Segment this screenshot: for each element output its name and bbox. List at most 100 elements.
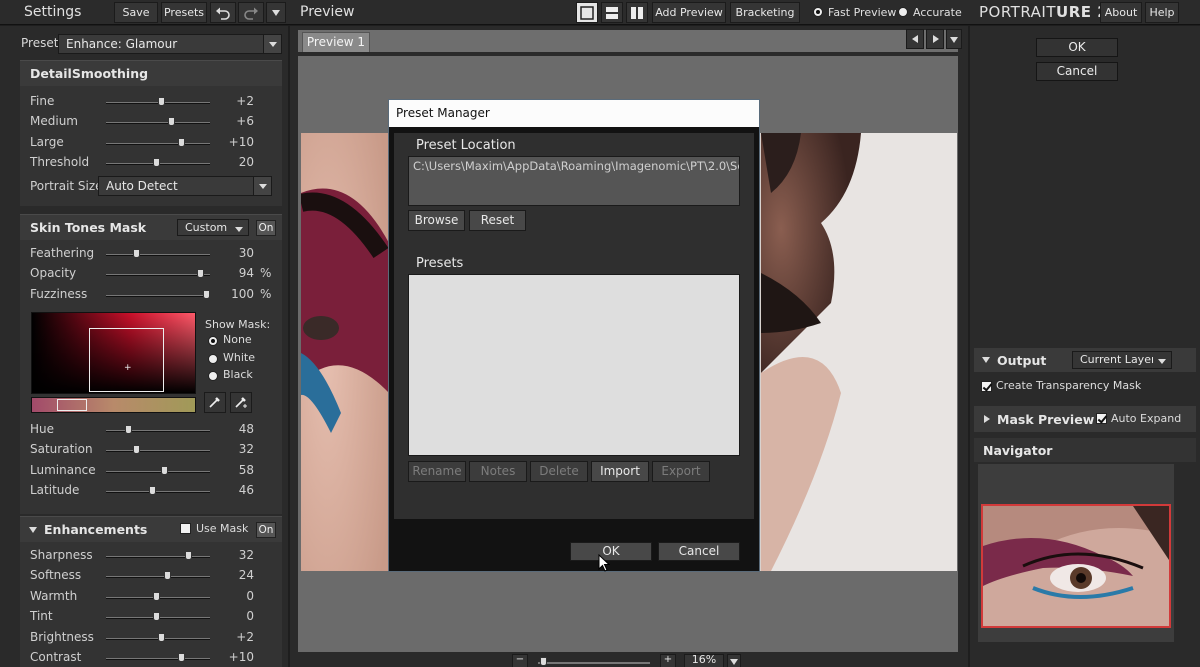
reset-button[interactable]: Reset [469,210,526,231]
collapse-icon[interactable] [29,527,37,533]
enhancements-on-button[interactable]: On [256,522,276,538]
collapse-icon[interactable] [982,357,990,363]
ok-button[interactable]: OK [1036,38,1118,57]
eyedropper-button[interactable] [204,392,226,413]
hue-strip[interactable] [31,397,196,413]
zoom-in-button[interactable]: + [660,654,676,667]
enh-slider-thumb[interactable] [153,591,160,601]
skin-mode-dropdown[interactable]: Custom [177,219,249,236]
tab-menu-button[interactable] [946,29,962,49]
skin-slider-thumb[interactable] [203,289,210,299]
hsl-slider-thumb[interactable] [133,445,140,455]
zoom-value[interactable]: 16% [684,654,724,667]
enh-slider-thumb[interactable] [158,632,165,642]
undo-button[interactable] [210,2,236,23]
navigator-view-box[interactable] [981,504,1171,628]
skin-slider-track[interactable] [106,269,210,279]
enh-slider-thumb[interactable] [164,571,171,581]
hsl-slider-track[interactable] [106,465,210,475]
export-button[interactable]: Export [652,461,710,482]
mask-preview-header: Mask Preview Auto Expand [974,406,1196,432]
enh-slider-track[interactable] [106,612,210,622]
toolbar-menu-button[interactable] [266,2,286,23]
zoom-slider-thumb[interactable] [540,657,547,666]
zoom-menu-button[interactable] [727,654,741,667]
mask-option-black-radio[interactable] [208,371,218,381]
split-horizontal-button[interactable] [601,2,623,23]
tab-prev-button[interactable] [906,29,924,49]
presets-list[interactable] [408,274,740,456]
detail-slider-thumb[interactable] [158,97,165,106]
preset-manager-dialog: Preset Manager Preset Location C:\Users\… [388,99,760,572]
presets-button[interactable]: Presets [161,2,207,23]
navigator-header: Navigator [974,438,1196,462]
import-button[interactable]: Import [591,461,649,482]
hsl-slider-thumb[interactable] [161,465,168,475]
skin-slider-thumb[interactable] [197,269,204,279]
redo-button[interactable] [238,2,264,23]
zoom-out-button[interactable]: − [512,654,528,667]
use-mask-checkbox[interactable] [180,523,191,534]
skin-opacity-row: Opacity 94% [20,264,282,284]
color-range-box[interactable] [89,328,164,392]
skin-slider-thumb[interactable] [133,249,140,258]
single-view-button[interactable] [576,2,598,23]
eyedropper-add-button[interactable] [230,392,252,413]
skin-slider-track[interactable] [106,249,210,258]
tab-preview-1[interactable]: Preview 1 [302,32,370,52]
enh-slider-thumb[interactable] [185,551,192,560]
help-button[interactable]: Help [1145,2,1179,23]
enh-slider-thumb[interactable] [153,612,160,622]
detail-slider-track[interactable] [106,158,210,168]
enh-slider-track[interactable] [106,632,210,642]
output-dropdown[interactable]: Current Layer [1072,351,1172,369]
save-button[interactable]: Save [114,2,158,23]
accurate-radio[interactable] [898,7,908,17]
detail-slider-track[interactable] [106,97,210,106]
enh-slider-track[interactable] [106,653,210,662]
skin-color-picker[interactable]: + [31,312,196,394]
delete-button[interactable]: Delete [530,461,588,482]
portrait-size-dropdown[interactable]: Auto Detect [98,176,272,196]
hsl-slider-thumb[interactable] [149,486,156,496]
tab-next-button[interactable] [926,29,944,49]
fast-preview-radio[interactable] [813,7,823,17]
zoom-slider[interactable] [538,657,650,666]
detail-slider-thumb[interactable] [178,137,185,147]
expand-icon[interactable] [984,415,990,423]
add-preview-button[interactable]: Add Preview [652,2,726,23]
enh-slider-track[interactable] [106,571,210,581]
detail-slider-value: 20 [238,155,254,170]
cancel-button[interactable]: Cancel [1036,62,1118,81]
skin-mask-on-button[interactable]: On [256,220,276,236]
enh-slider-track[interactable] [106,551,210,560]
mask-option-none-radio[interactable] [208,336,218,346]
skin-slider-track[interactable] [106,289,210,299]
detail-slider-thumb[interactable] [168,117,175,127]
mask-option-white-radio[interactable] [208,353,218,364]
dialog-cancel-button[interactable]: Cancel [658,542,740,561]
preset-dropdown[interactable]: Enhance: Glamour [58,34,282,54]
about-button[interactable]: About [1100,2,1142,23]
enh-slider-thumb[interactable] [178,653,185,662]
enh-slider-track[interactable] [106,591,210,601]
hue-range-marker[interactable] [57,399,87,411]
bracketing-button[interactable]: Bracketing [730,2,800,23]
browse-button[interactable]: Browse [408,210,465,231]
rename-button[interactable]: Rename [408,461,466,482]
detail-slider-track[interactable] [106,117,210,127]
preset-value: Enhance: Glamour [66,37,178,51]
detail-slider-track[interactable] [106,137,210,147]
transparency-mask-checkbox[interactable] [981,381,992,392]
detail-slider-thumb[interactable] [153,158,160,168]
hsl-slider-thumb[interactable] [125,425,132,434]
hsl-slider-track[interactable] [106,425,210,434]
notes-button[interactable]: Notes [469,461,527,482]
hsl-slider-track[interactable] [106,445,210,455]
auto-expand-checkbox[interactable] [1096,413,1107,424]
split-vertical-button[interactable] [626,2,648,23]
dialog-ok-button[interactable]: OK [570,542,652,561]
preset-location-field[interactable]: C:\Users\Maxim\AppData\Roaming\Imagenomi… [408,156,740,206]
hsl-slider-track[interactable] [106,486,210,496]
enh-slider-value: 0 [246,588,254,603]
